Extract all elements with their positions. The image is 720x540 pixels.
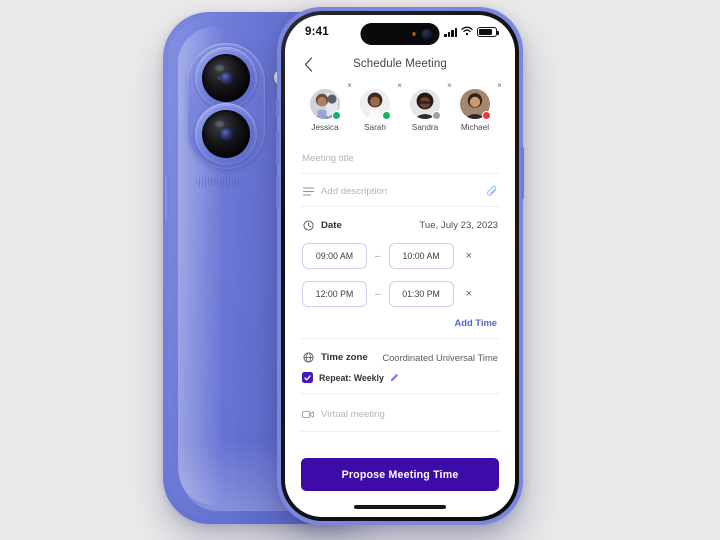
time-slot-row: 09:00 AM – 10:00 AM × xyxy=(301,237,499,275)
front-phone-power-button[interactable] xyxy=(521,147,524,199)
front-camera-icon xyxy=(421,28,433,40)
repeat-row: Repeat: Weekly xyxy=(301,367,499,394)
date-row[interactable]: Date Tue, July 23, 2023 xyxy=(301,207,499,237)
propose-meeting-time-button[interactable]: Propose Meeting Time xyxy=(301,458,499,491)
front-phone-bezel: 9:41 Schedule Meeting × Jessica × Sarah … xyxy=(281,11,519,521)
battery-icon xyxy=(477,27,499,37)
camera-indicator-dot xyxy=(412,32,416,36)
back-phone-side-button-left[interactable] xyxy=(165,175,170,221)
participant-michael[interactable]: × Michael xyxy=(453,81,502,132)
participant-name: Sandra xyxy=(411,123,439,132)
dual-camera-icon xyxy=(187,43,265,169)
virtual-meeting-row[interactable]: Virtual meeting xyxy=(301,394,499,432)
end-time-field[interactable]: 10:00 AM xyxy=(388,243,454,269)
globe-icon xyxy=(302,351,314,363)
participant-name: Sarah xyxy=(364,123,386,132)
dynamic-island xyxy=(360,23,440,45)
list-lines-icon xyxy=(302,185,314,197)
timezone-label: Time zone xyxy=(321,351,368,363)
start-time-field[interactable]: 12:00 PM xyxy=(302,281,367,307)
date-value[interactable]: Tue, July 23, 2023 xyxy=(419,220,498,231)
camera-aperture-bottom xyxy=(219,127,233,141)
cta-container: Propose Meeting Time xyxy=(285,458,515,491)
presence-badge xyxy=(382,111,391,120)
participant-name: Jessica xyxy=(311,123,339,132)
time-range-separator: – xyxy=(375,288,381,300)
clock-icon xyxy=(302,219,314,231)
description-row[interactable]: Add description xyxy=(301,174,499,207)
add-time-button[interactable]: Add Time xyxy=(454,317,497,328)
front-phone-volume-down-button[interactable] xyxy=(276,175,279,209)
avatar-wrap xyxy=(360,89,391,120)
presence-badge xyxy=(432,111,441,120)
camera-lens-bottom xyxy=(195,103,257,165)
cellular-signal-icon xyxy=(444,27,457,37)
front-phone-device: 9:41 Schedule Meeting × Jessica × Sarah … xyxy=(276,7,524,525)
add-time-row: Add Time xyxy=(301,313,499,339)
end-time-field[interactable]: 01:30 PM xyxy=(388,281,454,307)
schedule-meeting-form: × Jessica × Sarah × Sandra × Michael Mee… xyxy=(285,79,515,432)
participants-list: × Jessica × Sarah × Sandra × Michael xyxy=(301,81,502,142)
description-input[interactable]: Add description xyxy=(321,186,387,197)
repeat-label: Repeat: Weekly xyxy=(319,372,384,383)
timezone-row[interactable]: Time zone Coordinated Universal Time xyxy=(301,339,499,367)
page-title: Schedule Meeting xyxy=(353,58,447,70)
navigation-bar: Schedule Meeting xyxy=(285,49,515,79)
camera-aperture-top xyxy=(219,71,233,85)
date-label: Date xyxy=(321,219,342,231)
meeting-title-input[interactable]: Meeting title xyxy=(302,153,354,164)
timezone-value[interactable]: Coordinated Universal Time xyxy=(382,352,498,363)
participant-sandra[interactable]: × Sandra xyxy=(403,81,452,132)
pencil-icon[interactable] xyxy=(390,373,399,382)
avatar-wrap xyxy=(460,89,491,120)
camera-glass-bottom xyxy=(202,110,250,158)
microphone-icon xyxy=(217,76,221,80)
front-phone-volume-up-button[interactable] xyxy=(276,131,279,165)
repeat-checkbox[interactable] xyxy=(302,372,313,383)
camera-glint-bottom xyxy=(215,120,225,127)
start-time-field[interactable]: 09:00 AM xyxy=(302,243,367,269)
avatar-wrap xyxy=(310,89,341,120)
time-range-separator: – xyxy=(375,250,381,262)
meeting-title-row[interactable]: Meeting title xyxy=(301,142,499,174)
status-bar: 9:41 xyxy=(285,15,515,49)
video-camera-icon xyxy=(302,408,314,420)
back-phone-texture xyxy=(196,177,242,187)
avatar-wrap xyxy=(410,89,441,120)
remove-participant-button[interactable]: × xyxy=(347,81,352,90)
camera-glass-top xyxy=(202,54,250,102)
front-phone-action-button[interactable] xyxy=(276,99,279,117)
device-mockup-scene: 9:41 Schedule Meeting × Jessica × Sarah … xyxy=(0,0,720,540)
presence-badge xyxy=(482,111,491,120)
remove-time-slot-button[interactable]: × xyxy=(466,250,472,262)
remove-participant-button[interactable]: × xyxy=(497,81,502,90)
phone-screen: 9:41 Schedule Meeting × Jessica × Sarah … xyxy=(285,15,515,517)
home-indicator[interactable] xyxy=(354,505,446,509)
presence-badge xyxy=(332,111,341,120)
virtual-meeting-input[interactable]: Virtual meeting xyxy=(321,409,385,420)
status-bar-time: 9:41 xyxy=(305,26,329,38)
camera-glint-top xyxy=(215,64,225,71)
camera-lens-top xyxy=(195,47,257,109)
wifi-icon xyxy=(461,23,473,41)
participant-name: Michael xyxy=(460,123,490,132)
paperclip-icon[interactable] xyxy=(486,185,498,197)
status-bar-indicators xyxy=(444,23,499,41)
participant-sarah[interactable]: × Sarah xyxy=(353,81,402,132)
time-slot-row: 12:00 PM – 01:30 PM × xyxy=(301,275,499,313)
remove-participant-button[interactable]: × xyxy=(447,81,452,90)
remove-participant-button[interactable]: × xyxy=(397,81,402,90)
participant-jessica[interactable]: × Jessica xyxy=(303,81,352,132)
remove-time-slot-button[interactable]: × xyxy=(466,288,472,300)
